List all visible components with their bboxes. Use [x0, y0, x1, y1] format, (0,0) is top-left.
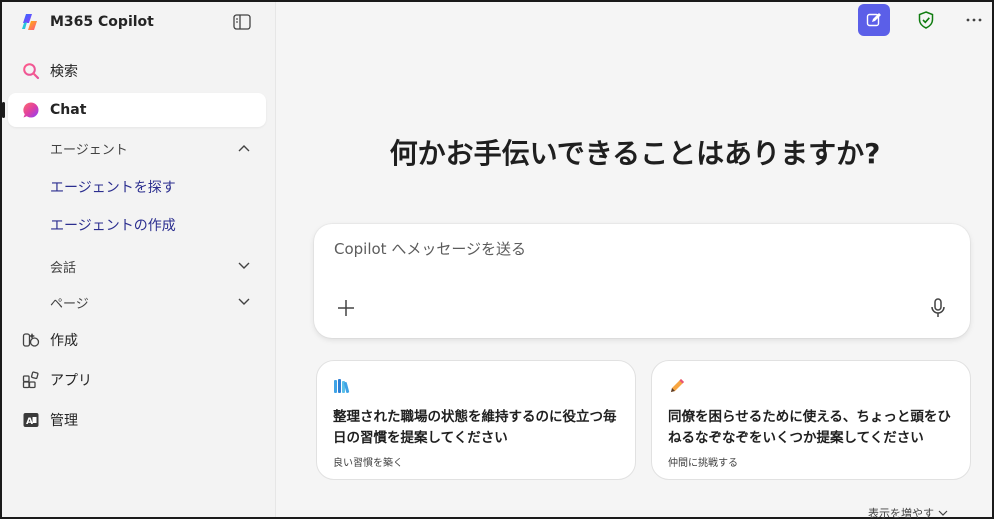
compose-icon	[866, 13, 881, 27]
copilot-logo-icon	[22, 14, 37, 30]
active-indicator	[2, 102, 5, 118]
pages-section-label: ページ	[50, 296, 89, 312]
search-icon	[22, 62, 40, 80]
brand: M365 Copilot	[20, 12, 154, 32]
sidebar-item-label: 管理	[50, 413, 78, 429]
sidebar-item-label: アプリ	[50, 373, 92, 389]
sidebar-item-admin[interactable]: A 管理	[2, 403, 266, 437]
chevron-down-icon	[238, 298, 250, 305]
app-title: M365 Copilot	[50, 14, 154, 30]
agents-section-label: エージェント	[50, 142, 128, 158]
agents-section-toggle[interactable]: エージェント	[50, 137, 250, 159]
show-more-button[interactable]: 表示を増やす	[868, 505, 948, 519]
suggestion-card[interactable]: 同僚を困らせるために使える、ちょっと頭をひねるなぞなぞをいくつか提案してください…	[651, 360, 971, 480]
sidebar-toggle-button[interactable]	[232, 12, 252, 32]
welcome-headline: 何かお手伝いできることはありますか?	[389, 137, 881, 170]
apps-icon	[22, 371, 40, 389]
suggestion-card[interactable]: 整理された職場の状態を維持するのに役立つ毎日の習慣を提案してください 良い習慣を…	[316, 360, 636, 480]
chat-icon	[22, 101, 40, 119]
sidebar-item-label: Chat	[50, 102, 87, 118]
chevron-down-icon	[238, 262, 250, 269]
admin-icon: A	[22, 411, 40, 429]
conversations-section-toggle[interactable]: 会話	[50, 255, 250, 277]
plus-icon	[338, 300, 354, 316]
create-icon	[22, 331, 40, 349]
message-input[interactable]	[334, 240, 894, 258]
protection-status-button[interactable]	[916, 10, 936, 30]
more-horizontal-icon	[966, 18, 982, 22]
add-attachment-button[interactable]	[334, 296, 358, 320]
sidebar-item-search[interactable]: 検索	[2, 54, 266, 88]
suggestion-title: 同僚を困らせるために使える、ちょっと頭をひねるなぞなぞをいくつか提案してください	[668, 409, 951, 446]
sidebar-item-chat[interactable]: Chat	[8, 93, 266, 127]
sidebar-item-label: 作成	[50, 333, 78, 349]
svg-text:A: A	[26, 417, 33, 427]
shield-check-icon	[918, 11, 934, 29]
sidebar-item-label: 検索	[50, 64, 78, 80]
books-icon	[334, 379, 350, 393]
suggestion-title: 整理された職場の状態を維持するのに役立つ毎日の習慣を提案してください	[333, 409, 617, 446]
pencil-icon	[671, 379, 684, 392]
show-more-label: 表示を増やす	[868, 507, 934, 519]
pages-section-toggle[interactable]: ページ	[50, 291, 250, 313]
suggestion-subtitle: 仲間に挑戦する	[668, 458, 738, 469]
app-window: M365 Copilot 検索 Chat エージェント エージェントを探す エー…	[2, 2, 992, 519]
conversations-section-label: 会話	[50, 260, 77, 276]
new-chat-button[interactable]	[858, 4, 890, 36]
message-composer	[314, 224, 970, 338]
sidebar-link-find-agents[interactable]: エージェントを探す	[50, 177, 176, 197]
sidebar-panel-icon	[233, 14, 251, 30]
sidebar-item-create[interactable]: 作成	[2, 323, 266, 357]
microphone-icon	[931, 298, 945, 317]
sidebar-link-create-agent[interactable]: エージェントの作成	[50, 215, 176, 235]
sidebar: M365 Copilot 検索 Chat エージェント エージェントを探す エー…	[2, 2, 276, 517]
more-options-button[interactable]	[964, 10, 984, 30]
chevron-up-icon	[238, 145, 250, 152]
suggestion-subtitle: 良い習慣を築く	[333, 458, 403, 469]
sidebar-item-apps[interactable]: アプリ	[2, 363, 266, 397]
chevron-down-icon	[938, 510, 948, 516]
voice-input-button[interactable]	[926, 296, 950, 320]
main-content: 何かお手伝いできることはありますか? Copilot へメッセージを送る 整理さ…	[276, 2, 992, 519]
